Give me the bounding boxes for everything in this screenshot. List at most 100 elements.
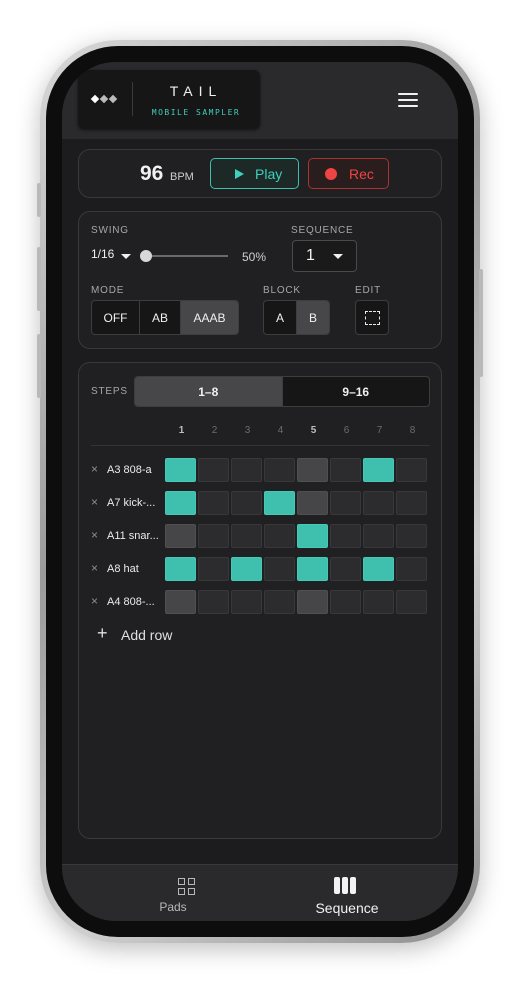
step-cell[interactable] [165, 458, 196, 482]
step-cell[interactable] [396, 491, 427, 515]
remove-row-close-icon[interactable]: × [91, 528, 98, 542]
step-column-number: 3 [244, 425, 251, 436]
step-cell[interactable] [198, 491, 229, 515]
record-label: Rec [349, 166, 374, 182]
step-cell[interactable] [396, 590, 427, 614]
step-row: × A3 808-a [91, 458, 431, 484]
logo-divider [132, 82, 133, 116]
step-cell[interactable] [231, 557, 262, 581]
step-cell[interactable] [264, 557, 295, 581]
tab-steps-9-16[interactable]: 9–16 [283, 377, 430, 406]
block-label: BLOCK [263, 285, 301, 296]
step-cell[interactable] [264, 491, 295, 515]
mode-option-ab[interactable]: AB [140, 301, 181, 334]
step-cell[interactable] [165, 590, 196, 614]
step-cell[interactable] [231, 491, 262, 515]
row-step-cells [165, 458, 427, 482]
sequence-select[interactable]: 1 [292, 240, 357, 272]
tab-sequence-label: Sequence [315, 900, 379, 916]
mode-option-aaab[interactable]: AAAB [181, 301, 238, 334]
step-column-number: 6 [343, 425, 350, 436]
step-cell[interactable] [264, 458, 295, 482]
app-title: TAIL [169, 83, 223, 99]
step-cell[interactable] [231, 590, 262, 614]
step-cell[interactable] [363, 491, 394, 515]
mode-option-off[interactable]: OFF [92, 301, 140, 334]
step-cell[interactable] [297, 557, 328, 581]
step-cell[interactable] [297, 590, 328, 614]
step-column-number: 2 [211, 425, 218, 436]
tab-steps-1-8[interactable]: 1–8 [135, 377, 283, 406]
step-cell[interactable] [198, 524, 229, 548]
block-option-b[interactable]: B [297, 301, 329, 334]
row-step-cells [165, 491, 427, 515]
row-sample-name[interactable]: A8 hat [107, 563, 167, 575]
hamburger-menu-icon[interactable] [398, 93, 418, 107]
step-cell[interactable] [396, 557, 427, 581]
swing-chevron-down-icon[interactable] [121, 254, 131, 259]
step-cell[interactable] [264, 590, 295, 614]
settings-card: SWING 1/16 50% SEQUENCE 1 MODE OFF AB AA… [78, 211, 442, 349]
app-header: TAIL MOBILE SAMPLER [62, 62, 458, 139]
play-button[interactable]: Play [210, 158, 299, 189]
plus-icon: + [97, 623, 108, 643]
step-cell[interactable] [198, 458, 229, 482]
logo-dots-icon [90, 94, 118, 104]
swing-division-select[interactable]: 1/16 [91, 247, 114, 261]
tab-pads[interactable]: Pads [75, 865, 273, 921]
step-cell[interactable] [330, 491, 361, 515]
grid-divider [91, 445, 430, 446]
step-cell[interactable] [297, 524, 328, 548]
step-cell[interactable] [264, 524, 295, 548]
swing-amount: 50% [242, 250, 267, 264]
step-cell[interactable] [198, 590, 229, 614]
step-cell[interactable] [396, 458, 427, 482]
step-cell[interactable] [330, 557, 361, 581]
step-cell[interactable] [330, 524, 361, 548]
step-cell[interactable] [198, 557, 229, 581]
step-column-number: 1 [178, 425, 185, 436]
step-cell[interactable] [330, 590, 361, 614]
sequence-columns-icon [334, 877, 356, 895]
steps-card: STEPS 1–8 9–16 1 2 3 4 5 6 7 8 × A3 808-a × A7 kic… [78, 362, 442, 839]
step-cell[interactable] [363, 557, 394, 581]
app-subtitle: MOBILE SAMPLER [151, 108, 241, 117]
remove-row-close-icon[interactable]: × [91, 561, 98, 575]
edit-selection-button[interactable] [355, 300, 389, 335]
step-cell[interactable] [363, 524, 394, 548]
record-icon [325, 168, 337, 180]
row-sample-name[interactable]: A11 snar... [107, 530, 167, 542]
step-cell[interactable] [231, 458, 262, 482]
row-sample-name[interactable]: A3 808-a [107, 464, 167, 476]
remove-row-close-icon[interactable]: × [91, 495, 98, 509]
step-cell[interactable] [297, 458, 328, 482]
sequence-value: 1 [306, 247, 315, 264]
record-button[interactable]: Rec [308, 158, 389, 189]
edit-label: EDIT [355, 285, 381, 296]
step-cell[interactable] [330, 458, 361, 482]
steps-range-tabs: 1–8 9–16 [134, 376, 430, 407]
selection-icon [365, 311, 380, 325]
step-cell[interactable] [165, 557, 196, 581]
step-cell[interactable] [297, 491, 328, 515]
mode-label: MODE [91, 285, 125, 296]
remove-row-close-icon[interactable]: × [91, 594, 98, 608]
step-cell[interactable] [231, 524, 262, 548]
mode-segmented-control: OFF AB AAAB [91, 300, 239, 335]
tab-pads-label: Pads [159, 900, 187, 914]
step-cell[interactable] [396, 524, 427, 548]
swing-slider-track[interactable] [147, 255, 228, 257]
step-row: × A11 snar... [91, 524, 431, 550]
step-cell[interactable] [165, 491, 196, 515]
row-sample-name[interactable]: A4 808-... [107, 596, 167, 608]
block-option-a[interactable]: A [264, 301, 297, 334]
step-cell[interactable] [363, 590, 394, 614]
step-cell[interactable] [165, 524, 196, 548]
tab-sequence[interactable]: Sequence [247, 865, 445, 921]
bpm-value[interactable]: 96 [140, 162, 163, 186]
step-cell[interactable] [363, 458, 394, 482]
row-sample-name[interactable]: A7 kick-... [107, 497, 167, 509]
remove-row-close-icon[interactable]: × [91, 462, 98, 476]
steps-label: STEPS [91, 386, 128, 397]
swing-slider-thumb[interactable] [140, 250, 152, 262]
